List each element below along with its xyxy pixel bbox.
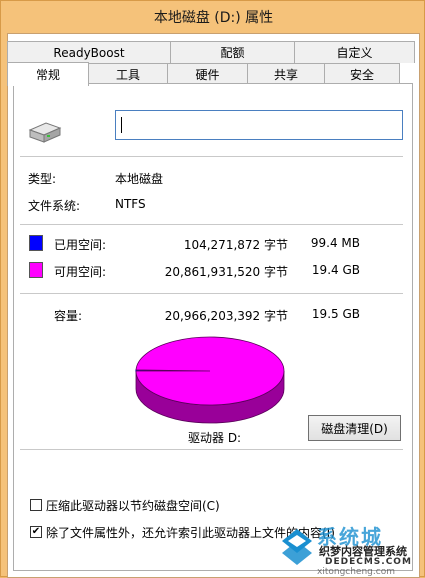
type-label: 类型:: [28, 172, 57, 186]
tab-readyboost[interactable]: ReadyBoost: [7, 41, 171, 63]
used-space-label: 已用空间:: [54, 238, 107, 252]
tab-hardware[interactable]: 硬件: [167, 63, 248, 85]
tab-general[interactable]: 常规: [7, 62, 89, 86]
tab-customize[interactable]: 自定义: [294, 41, 415, 63]
title-bar[interactable]: 本地磁盘 (D:) 属性: [1, 1, 425, 33]
separator: [20, 293, 403, 294]
compress-drive-label: 压缩此驱动器以节约磁盘空间(C): [46, 499, 220, 513]
used-space-swatch: [29, 235, 43, 251]
filesystem-label: 文件系统:: [28, 199, 81, 213]
free-space-bytes: 20,861,931,520 字节: [164, 265, 288, 279]
compress-drive-checkbox[interactable]: [30, 499, 42, 511]
used-space-size: 99.4 MB: [310, 236, 360, 250]
disk-usage-pie-chart: [135, 336, 285, 424]
separator: [20, 449, 403, 450]
general-panel: 类型: 本地磁盘 文件系统: NTFS 已用空间: 104,271,872 字节…: [13, 83, 413, 571]
watermark-site-url: xitongcheng.com: [317, 567, 395, 577]
capacity-bytes: 20,966,203,392 字节: [164, 309, 288, 323]
disk-cleanup-button[interactable]: 磁盘清理(D): [308, 415, 401, 441]
free-space-swatch: [29, 262, 43, 278]
pie-slice-free: [135, 336, 285, 406]
tab-row-back: ReadyBoost 配额 自定义: [7, 41, 415, 63]
separator: [20, 156, 403, 157]
properties-window: 本地磁盘 (D:) 属性 ReadyBoost 配额 自定义 常规 工具 硬件 …: [0, 0, 425, 578]
hard-drive-icon: [28, 122, 62, 143]
drive-name-input[interactable]: [115, 110, 403, 140]
tab-quota[interactable]: 配额: [170, 41, 295, 63]
window-title: 本地磁盘 (D:) 属性: [153, 10, 274, 26]
drive-letter-label: 驱动器 D:: [188, 431, 242, 445]
index-contents-checkbox[interactable]: ✔: [30, 526, 42, 538]
tab-security[interactable]: 安全: [324, 63, 400, 85]
tab-sharing[interactable]: 共享: [247, 63, 325, 85]
free-space-label: 可用空间:: [54, 265, 107, 279]
separator: [20, 224, 403, 225]
free-space-size: 19.4 GB: [311, 263, 360, 277]
type-value: 本地磁盘: [115, 172, 164, 186]
capacity-size: 19.5 GB: [311, 307, 360, 321]
filesystem-value: NTFS: [115, 197, 146, 211]
capacity-label: 容量:: [54, 309, 83, 323]
watermark-cms-url: DEDECMS.COM: [325, 557, 412, 567]
text-caret: [121, 117, 122, 133]
tab-tools[interactable]: 工具: [88, 63, 168, 85]
watermark: 系统城 织梦内容管理系统 DEDECMS.COM xitongcheng.com: [277, 523, 423, 577]
watermark-logo-icon: [282, 529, 312, 565]
used-space-bytes: 104,271,872 字节: [183, 238, 288, 252]
